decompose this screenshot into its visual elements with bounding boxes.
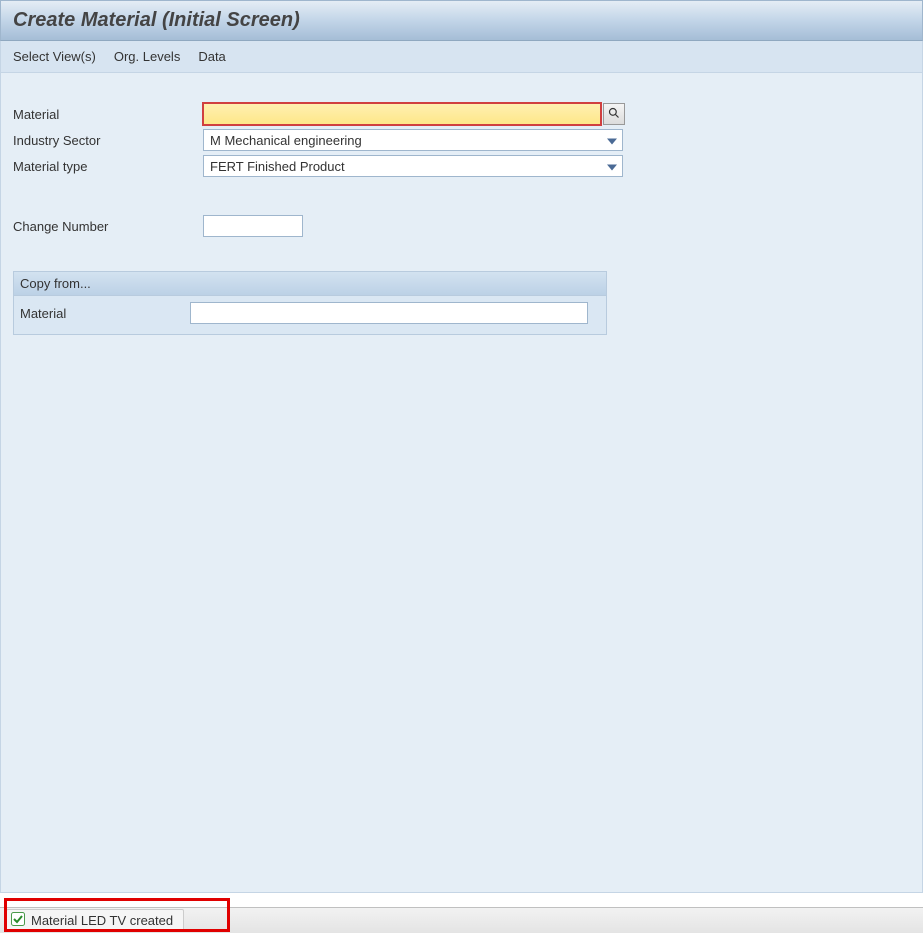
input-material[interactable] <box>203 103 601 125</box>
groupbox-header: Copy from... <box>14 272 606 296</box>
groupbox-body: Material <box>14 296 606 334</box>
status-bar: Material LED TV created <box>0 907 923 933</box>
menu-org-levels[interactable]: Org. Levels <box>114 49 180 64</box>
menu-data[interactable]: Data <box>198 49 225 64</box>
row-material: Material <box>13 103 910 125</box>
label-material-type: Material type <box>13 159 203 174</box>
status-message: Material LED TV created <box>6 909 184 932</box>
label-material: Material <box>13 107 203 122</box>
page-title: Create Material (Initial Screen) <box>13 9 910 32</box>
dropdown-industry-sector-value: M Mechanical engineering <box>203 129 623 151</box>
input-copy-material[interactable] <box>190 302 588 324</box>
content-area: Material Industry Sector M Mechanical en… <box>0 73 923 893</box>
row-copy-material: Material <box>20 302 600 324</box>
dropdown-material-type-value: FERT Finished Product <box>203 155 623 177</box>
label-industry-sector: Industry Sector <box>13 133 203 148</box>
title-bar: Create Material (Initial Screen) <box>0 0 923 41</box>
search-icon <box>608 107 620 122</box>
row-industry-sector: Industry Sector M Mechanical engineering <box>13 129 910 151</box>
groupbox-copy-from: Copy from... Material <box>13 271 607 335</box>
search-help-button[interactable] <box>603 103 625 125</box>
menu-bar: Select View(s) Org. Levels Data <box>0 41 923 73</box>
row-change-number: Change Number <box>13 215 910 237</box>
row-material-type: Material type FERT Finished Product <box>13 155 910 177</box>
label-copy-material: Material <box>20 306 190 321</box>
label-change-number: Change Number <box>13 219 203 234</box>
input-change-number[interactable] <box>203 215 303 237</box>
dropdown-industry-sector[interactable]: M Mechanical engineering <box>203 129 623 151</box>
success-icon <box>11 912 25 929</box>
status-text: Material LED TV created <box>31 913 173 928</box>
dropdown-material-type[interactable]: FERT Finished Product <box>203 155 623 177</box>
menu-select-views[interactable]: Select View(s) <box>13 49 96 64</box>
